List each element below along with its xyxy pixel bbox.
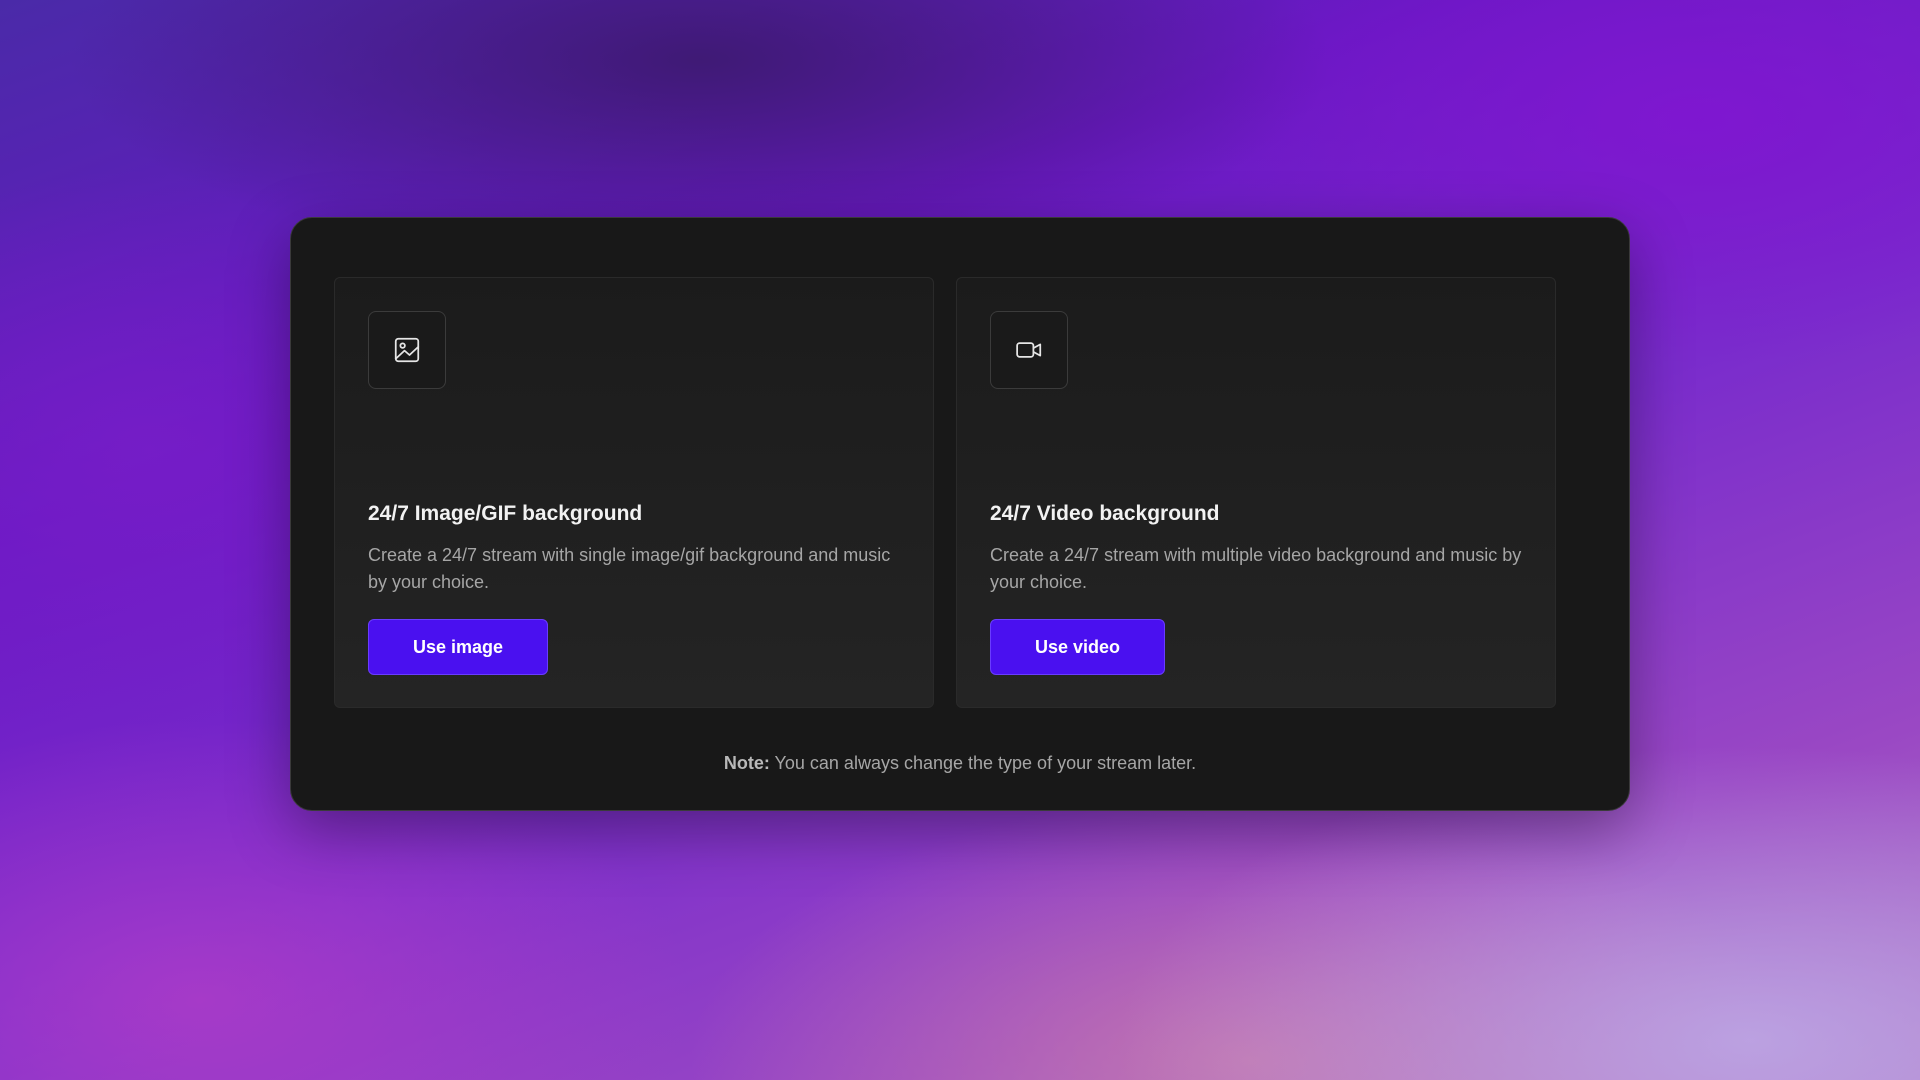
card-description: Create a 24/7 stream with multiple video…: [990, 545, 1522, 592]
image-icon-container: [368, 311, 446, 389]
image-icon: [394, 337, 420, 363]
card-description: Create a 24/7 stream with single image/g…: [368, 545, 891, 592]
stream-type-dialog: 24/7 Image/GIF background Create a 24/7 …: [290, 217, 1630, 811]
video-background-card[interactable]: 24/7 Video background Create a 24/7 stre…: [956, 277, 1556, 708]
video-camera-icon: [1016, 342, 1042, 358]
card-title: 24/7 Image/GIF background: [368, 502, 643, 525]
use-video-button[interactable]: Use video: [990, 619, 1166, 675]
video-icon-container: [990, 311, 1068, 389]
stream-type-note: Note: You can always change the type of …: [291, 753, 1629, 774]
use-image-button[interactable]: Use image: [368, 619, 549, 675]
image-background-card[interactable]: 24/7 Image/GIF background Create a 24/7 …: [334, 277, 934, 708]
card-title: 24/7 Video background: [990, 502, 1220, 525]
note-text: You can always change the type of your s…: [769, 753, 1197, 773]
stream-type-options: 24/7 Image/GIF background Create a 24/7 …: [334, 277, 1556, 708]
note-label: Note:: [723, 753, 770, 773]
